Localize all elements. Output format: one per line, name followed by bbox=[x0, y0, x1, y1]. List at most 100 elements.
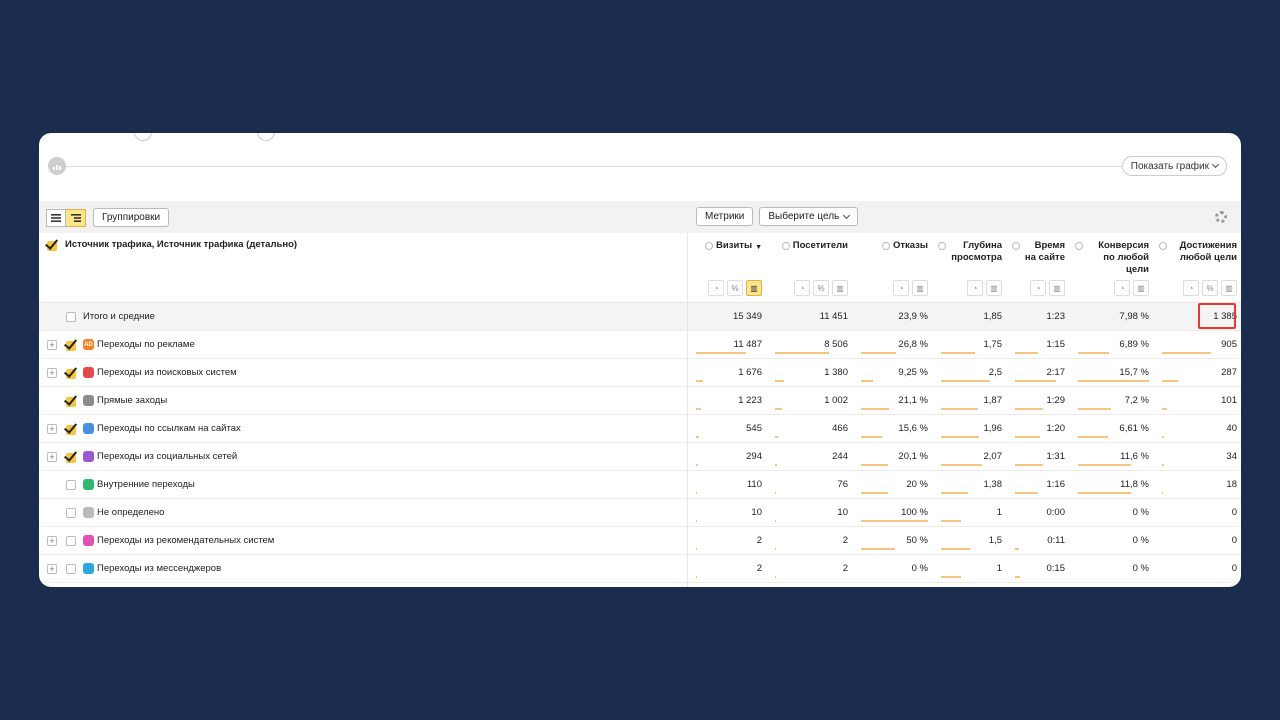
bar-chart-icon[interactable]: ▥ bbox=[986, 280, 1002, 296]
table-row[interactable]: Прямые заходы 1 223 1 002 21,1 % 1,87 1:29 7,2… bbox=[39, 387, 1241, 415]
cell-visits: 10 bbox=[687, 499, 766, 526]
row-checkbox[interactable] bbox=[66, 479, 76, 490]
bar-chart-icon[interactable]: ▥ bbox=[1221, 280, 1237, 296]
groupings-button[interactable]: Группировки bbox=[93, 208, 170, 227]
cell-value: 294 bbox=[746, 451, 762, 462]
value-bar-track bbox=[1162, 436, 1237, 438]
total-cell-time: 1:23 bbox=[1006, 303, 1069, 330]
cell-conversion: 11,8 % bbox=[1069, 471, 1153, 498]
pie-chart-icon[interactable]: ◔ bbox=[1114, 280, 1130, 296]
percent-icon[interactable]: % bbox=[727, 280, 743, 296]
value-bar-track bbox=[941, 380, 1002, 382]
value-bar bbox=[1015, 352, 1038, 354]
cell-value: 10 bbox=[837, 507, 848, 518]
cell-value: 0 % bbox=[911, 563, 928, 574]
column-header-time[interactable]: Время на сайте ◔ ▥ bbox=[1006, 233, 1069, 302]
total-value: 7,98 % bbox=[1119, 311, 1149, 322]
info-icon[interactable] bbox=[938, 242, 946, 250]
expand-icon[interactable]: + bbox=[47, 451, 57, 462]
column-header-visits[interactable]: Визиты ▼ ◔% ▥ bbox=[687, 233, 766, 302]
pie-chart-icon[interactable]: ◔ bbox=[1183, 280, 1199, 296]
totals-checkbox[interactable] bbox=[66, 311, 76, 322]
info-icon[interactable] bbox=[705, 242, 714, 250]
info-icon[interactable] bbox=[1159, 242, 1167, 250]
row-label[interactable]: Прямые заходы bbox=[97, 395, 167, 406]
info-icon[interactable] bbox=[1075, 242, 1083, 250]
value-bar-track bbox=[861, 352, 928, 354]
table-row[interactable]: Внутренние переходы 110 76 20 % 1,38 1:16 11,8… bbox=[39, 471, 1241, 499]
row-checkbox[interactable] bbox=[66, 535, 76, 546]
bar-chart-icon[interactable]: ▥ bbox=[1133, 280, 1149, 296]
row-label[interactable]: Переходы по рекламе bbox=[97, 339, 195, 350]
sort-desc-icon[interactable]: ▼ bbox=[755, 242, 762, 254]
percent-icon[interactable]: % bbox=[1202, 280, 1218, 296]
goal-select[interactable]: Выберите цель bbox=[759, 207, 859, 226]
bar-chart-icon[interactable]: ▥ bbox=[832, 280, 848, 296]
value-bar bbox=[1162, 380, 1178, 382]
cell-value: 40 bbox=[1226, 423, 1237, 434]
row-checkbox[interactable] bbox=[66, 452, 76, 463]
column-header-goals[interactable]: Достижения любой цели ◔% ▥ bbox=[1153, 233, 1241, 302]
row-label[interactable]: Переходы по ссылкам на сайтах bbox=[97, 423, 241, 434]
search-icon bbox=[83, 367, 94, 378]
cell-value: 1 223 bbox=[738, 395, 762, 406]
row-checkbox[interactable] bbox=[66, 507, 76, 518]
pie-chart-icon[interactable]: ◔ bbox=[708, 280, 724, 296]
table-row[interactable]: + Переходы из социальных сетей 294 244 20,1 … bbox=[39, 443, 1241, 471]
table-row[interactable]: + Переходы из мессенджеров 2 2 0 % 1 0:15 0 % 0 bbox=[39, 555, 1241, 583]
row-label[interactable]: Переходы из поисковых систем bbox=[97, 367, 237, 378]
row-label[interactable]: Внутренние переходы bbox=[97, 479, 195, 490]
column-header-visitors[interactable]: Посетители ◔% ▥ bbox=[766, 233, 852, 302]
dimension-checkbox[interactable] bbox=[47, 240, 57, 251]
row-checkbox[interactable] bbox=[66, 396, 76, 407]
pie-chart-icon[interactable]: ◔ bbox=[1030, 280, 1046, 296]
chart-icon[interactable] bbox=[48, 157, 66, 175]
bar-chart-icon[interactable]: ▥ bbox=[912, 280, 928, 296]
expand-icon[interactable]: + bbox=[47, 423, 57, 434]
info-icon[interactable] bbox=[781, 242, 790, 250]
tree-view-button[interactable] bbox=[66, 208, 86, 227]
table-row[interactable]: Не определено 10 10 100 % 1 0:00 0 % 0 bbox=[39, 499, 1241, 527]
show-chart-button[interactable]: Показать график bbox=[1121, 156, 1227, 176]
table-row[interactable]: + Переходы из рекомендательных систем 2 2 50… bbox=[39, 527, 1241, 555]
pie-chart-icon[interactable]: ◔ bbox=[893, 280, 909, 296]
row-label[interactable]: Переходы из мессенджеров bbox=[97, 563, 221, 574]
pie-chart-icon[interactable]: ◔ bbox=[794, 280, 810, 296]
bar-chart-icon[interactable]: ▥ bbox=[746, 280, 762, 296]
column-header-depth[interactable]: Глубина просмотра ◔ ▥ bbox=[932, 233, 1006, 302]
expand-icon[interactable]: + bbox=[47, 563, 57, 574]
expand-icon[interactable]: + bbox=[47, 535, 57, 546]
list-view-button[interactable] bbox=[46, 208, 66, 227]
column-header-bounce[interactable]: Отказы ◔ ▥ bbox=[852, 233, 932, 302]
value-bar bbox=[861, 464, 888, 466]
cell-value: 1:31 bbox=[1046, 451, 1066, 462]
table-row[interactable]: + Переходы из поисковых систем 1 676 1 380 9… bbox=[39, 359, 1241, 387]
row-label[interactable]: Переходы из рекомендательных систем bbox=[97, 535, 274, 546]
table-row[interactable]: + AD Переходы по рекламе 11 487 8 506 26,8 % 1… bbox=[39, 331, 1241, 359]
expand-icon[interactable]: + bbox=[47, 339, 57, 350]
info-icon[interactable] bbox=[1012, 242, 1020, 250]
row-checkbox[interactable] bbox=[66, 340, 76, 351]
row-checkbox[interactable] bbox=[66, 563, 76, 574]
row-label[interactable]: Не определено bbox=[97, 507, 164, 518]
cell-conversion: 6,89 % bbox=[1069, 331, 1153, 358]
cell-value: 545 bbox=[746, 423, 762, 434]
table-row[interactable]: + Переходы по ссылкам на сайтах 545 466 15,6… bbox=[39, 415, 1241, 443]
info-icon[interactable] bbox=[881, 242, 890, 250]
metrics-button[interactable]: Метрики bbox=[696, 207, 754, 226]
percent-icon[interactable]: % bbox=[813, 280, 829, 296]
value-bar bbox=[941, 548, 971, 550]
total-cell-goals: 1 385 bbox=[1153, 303, 1241, 330]
row-label[interactable]: Переходы из социальных сетей bbox=[97, 451, 237, 462]
column-header-conversion[interactable]: Конверсия по любой цели ◔ ▥ bbox=[1069, 233, 1153, 302]
row-checkbox[interactable] bbox=[66, 424, 76, 435]
pie-chart-icon[interactable]: ◔ bbox=[967, 280, 983, 296]
row-checkbox[interactable] bbox=[66, 368, 76, 379]
bar-chart-icon[interactable]: ▥ bbox=[1049, 280, 1065, 296]
value-bar-track bbox=[696, 464, 762, 466]
expand-icon[interactable]: + bbox=[47, 367, 57, 378]
value-bar bbox=[861, 352, 896, 354]
value-bar-track bbox=[696, 436, 762, 438]
cell-value: 1 380 bbox=[824, 367, 848, 378]
gear-icon[interactable] bbox=[1215, 211, 1227, 223]
